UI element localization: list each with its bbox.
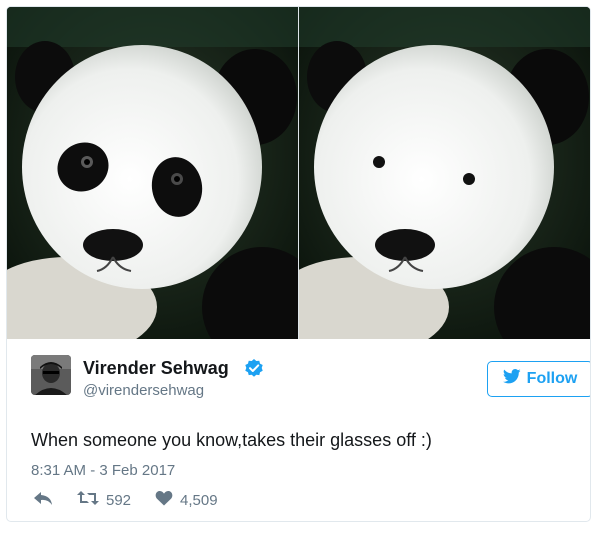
- avatar[interactable]: [31, 355, 71, 395]
- author-handle[interactable]: @virendersehwag: [83, 382, 204, 399]
- like-count: 4,509: [180, 491, 218, 509]
- retweet-icon: [77, 490, 99, 510]
- tweet-timestamp[interactable]: 8:31 AM - 3 Feb 2017: [31, 462, 175, 479]
- media-image-left[interactable]: [7, 7, 298, 339]
- twitter-bird-icon: [502, 369, 521, 389]
- reply-button[interactable]: [33, 490, 53, 510]
- retweet-button[interactable]: 592: [77, 490, 131, 510]
- tweet-header: Virender Sehwag @virendersehwag Follow: [31, 355, 590, 407]
- like-button[interactable]: 4,509: [155, 490, 218, 510]
- tweet-text: When someone you know,takes their glasse…: [31, 430, 432, 450]
- tweet-actions: 592 4,509: [33, 489, 218, 511]
- retweet-count: 592: [106, 491, 132, 509]
- heart-icon: [155, 490, 173, 510]
- reply-icon: [33, 490, 53, 510]
- follow-button[interactable]: Follow: [487, 361, 590, 397]
- tweet-card: Virender Sehwag @virendersehwag Follow W…: [6, 6, 591, 522]
- author-name[interactable]: Virender Sehwag: [83, 358, 229, 379]
- follow-label: Follow: [526, 370, 578, 387]
- tweet-media[interactable]: [7, 7, 590, 339]
- media-image-right[interactable]: [299, 7, 590, 339]
- verified-badge-icon: [244, 358, 264, 383]
